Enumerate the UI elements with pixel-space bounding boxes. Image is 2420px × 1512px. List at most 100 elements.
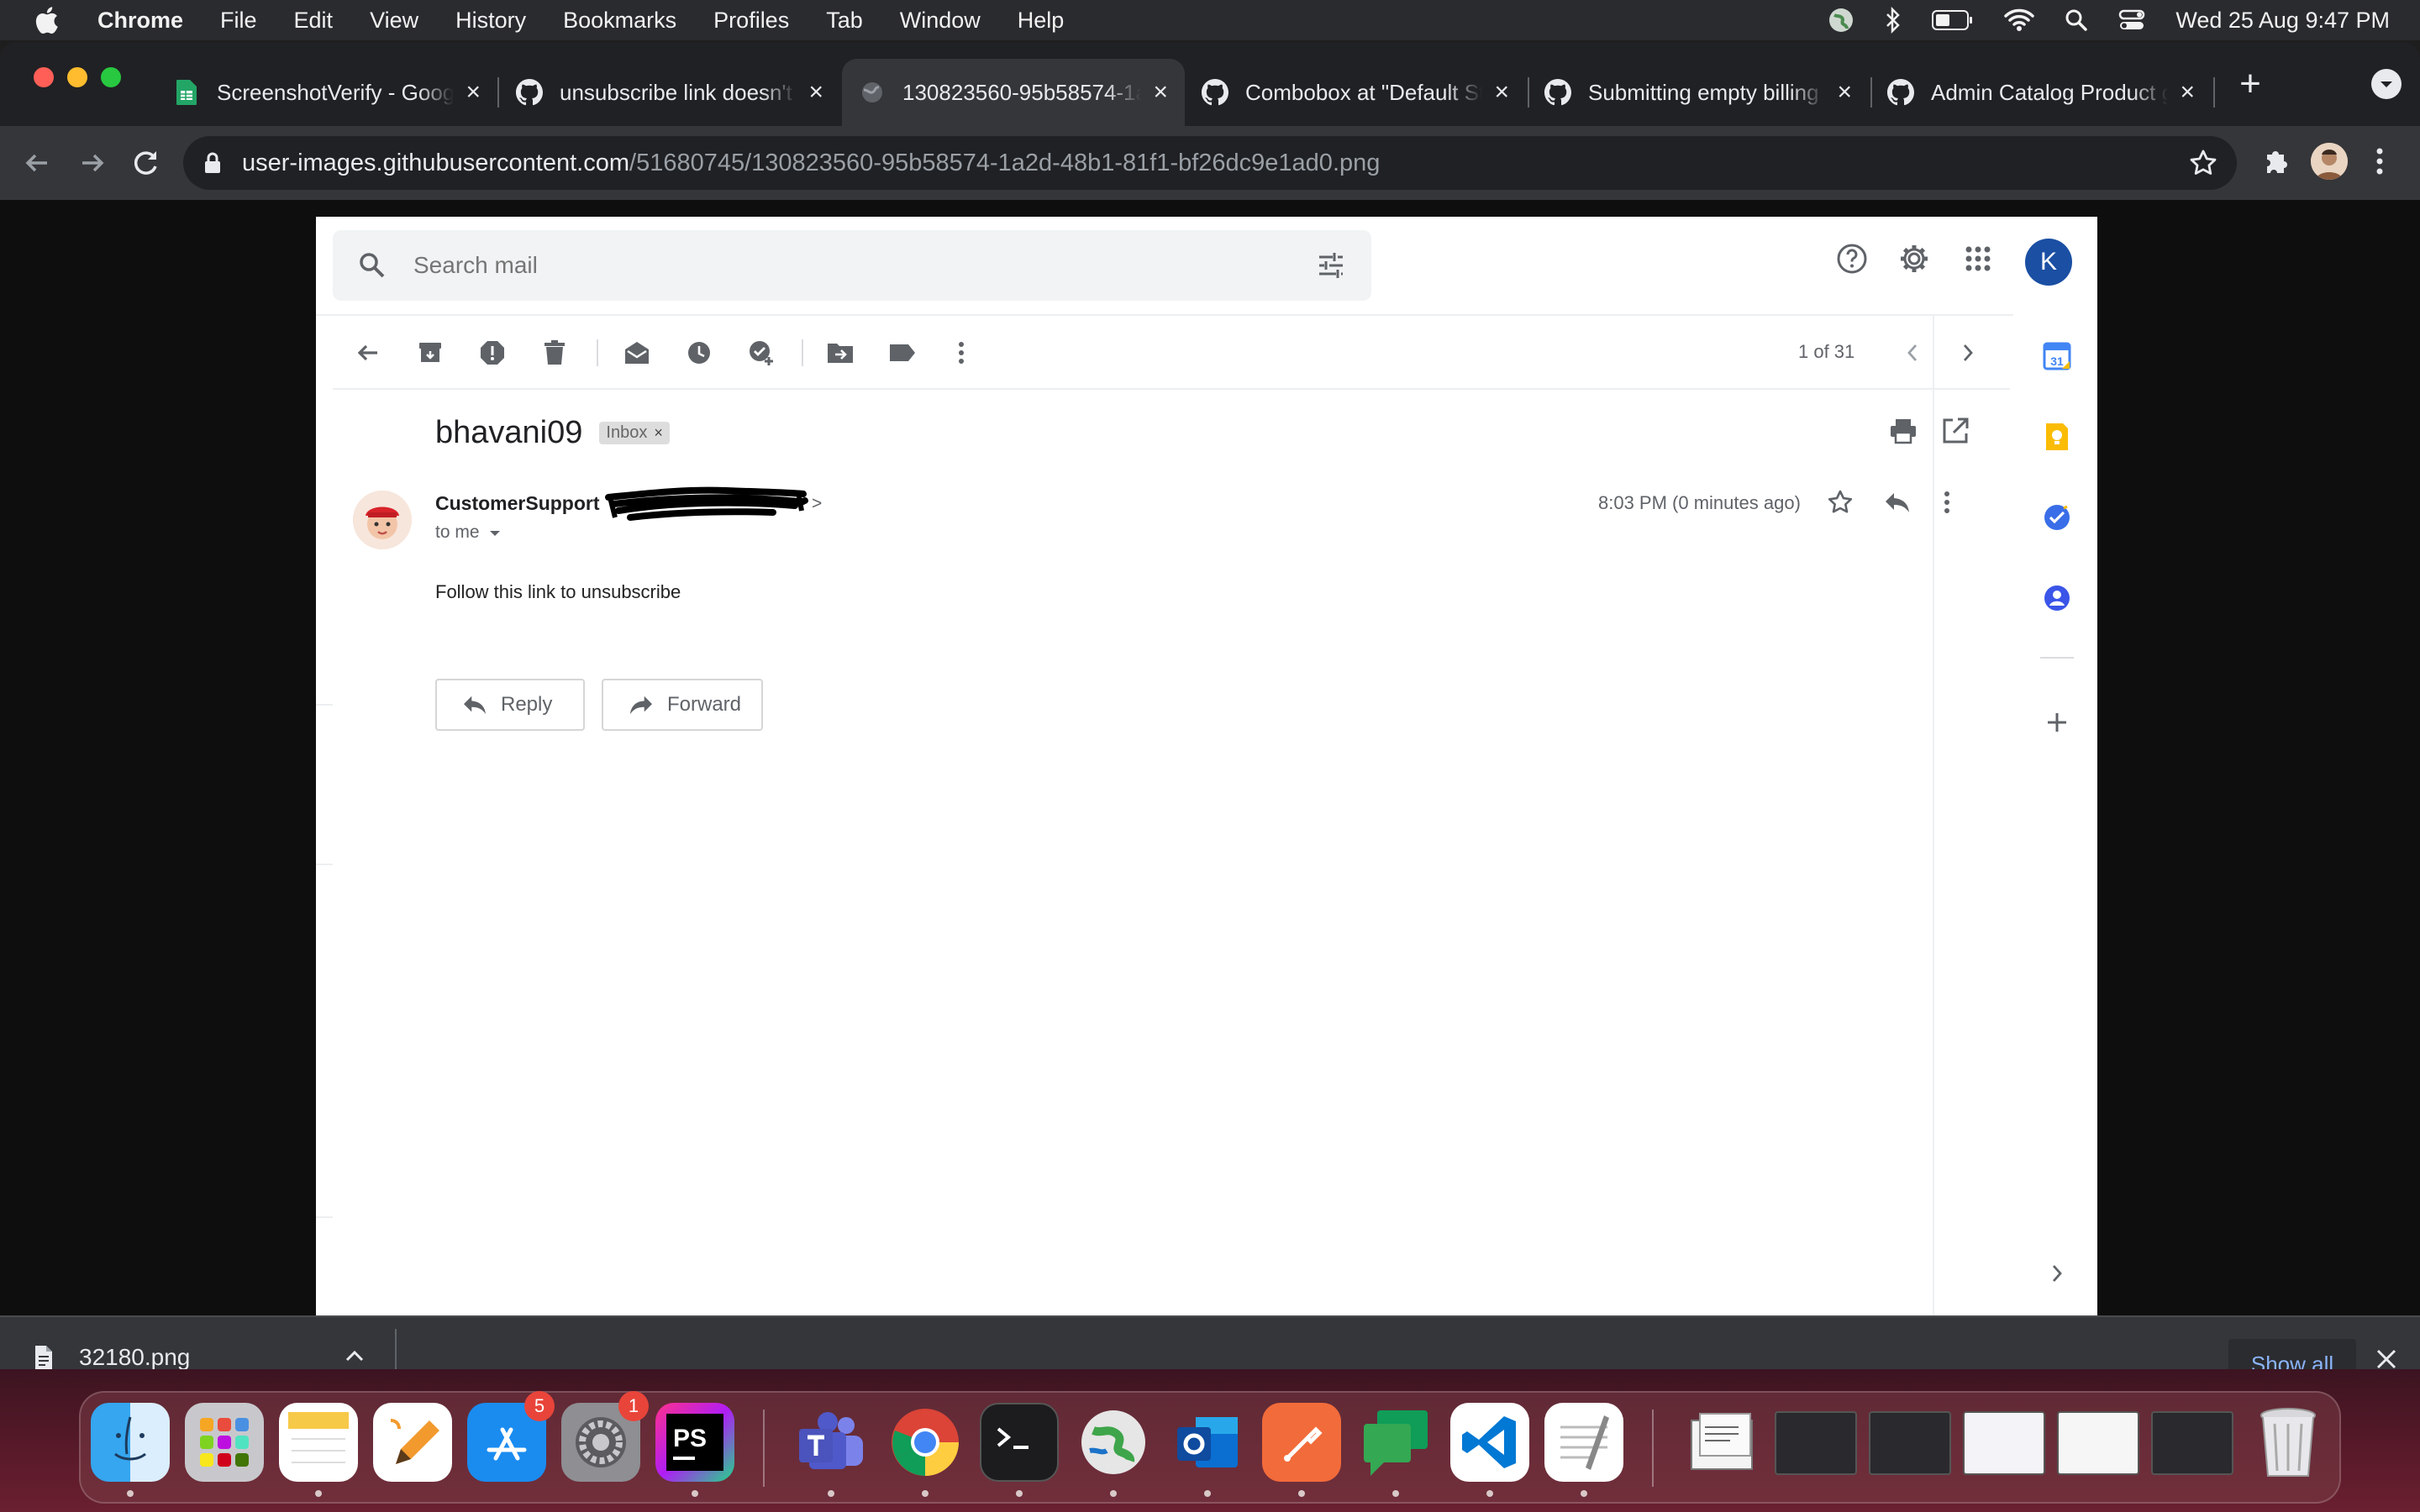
microsoft-teams-icon[interactable]: [792, 1403, 871, 1482]
tab-close-icon[interactable]: ×: [1153, 78, 1168, 107]
menu-bookmarks[interactable]: Bookmarks: [563, 8, 676, 34]
pages-icon[interactable]: [373, 1403, 452, 1482]
profile-avatar[interactable]: [2311, 143, 2348, 180]
reply-button: Reply: [435, 679, 585, 731]
running-indicator: [127, 1490, 134, 1497]
tab-search-button[interactable]: [2371, 69, 2402, 99]
reload-icon[interactable]: [128, 144, 165, 181]
control-center-icon[interactable]: [2118, 8, 2145, 32]
file-icon: [35, 1346, 52, 1369]
close-download-bar-icon[interactable]: [2375, 1347, 2398, 1369]
menu-history[interactable]: History: [455, 8, 526, 34]
running-indicator: [1110, 1490, 1117, 1497]
bluetooth-icon[interactable]: [1885, 7, 1902, 34]
tab-admin-catalog-issue[interactable]: Admin Catalog Product g ×: [1870, 59, 2212, 126]
download-item[interactable]: 32180.png: [34, 1344, 190, 1369]
tab-close-icon[interactable]: ×: [1494, 78, 1509, 107]
microsoft-outlook-icon[interactable]: [1168, 1403, 1247, 1482]
minimized-window-thumbnail[interactable]: [2151, 1411, 2233, 1475]
bookmark-star-icon[interactable]: [2188, 148, 2218, 185]
menu-window[interactable]: Window: [900, 8, 981, 34]
google-chrome-icon[interactable]: [886, 1403, 965, 1482]
download-separator: [395, 1329, 397, 1369]
menu-help[interactable]: Help: [1018, 8, 1065, 34]
finder-icon[interactable]: [91, 1403, 170, 1482]
forward-button: Forward: [602, 679, 763, 731]
terminal-icon[interactable]: [980, 1403, 1059, 1482]
forward-arrow-icon[interactable]: [74, 144, 111, 181]
launchpad-icon[interactable]: [185, 1403, 264, 1482]
battery-icon[interactable]: [1932, 9, 1974, 31]
menu-view[interactable]: View: [370, 8, 418, 34]
system-preferences-badge: 1: [618, 1391, 649, 1421]
tab-empty-billing-issue[interactable]: Submitting empty billing ×: [1528, 59, 1869, 126]
spotlight-search-icon[interactable]: [2065, 8, 2088, 32]
notes-icon[interactable]: [279, 1403, 358, 1482]
dock-separator: [1652, 1410, 1654, 1487]
subject-text: bhavani09: [435, 415, 583, 450]
mark-as-unread-icon: [622, 338, 652, 368]
clock-datetime[interactable]: Wed 25 Aug 9:47 PM: [2175, 8, 2390, 34]
move-to-icon: [825, 338, 855, 368]
url-path: /51680745/130823560-95b58574-1a2d-48b1-8…: [629, 149, 1381, 176]
visual-studio-code-icon[interactable]: [1450, 1403, 1529, 1482]
toolbar-divider: [333, 388, 2010, 390]
running-indicator: [1204, 1490, 1211, 1497]
tab-close-icon[interactable]: ×: [466, 78, 481, 107]
side-panel-separator: [2040, 657, 2074, 659]
downloads-stack-icon[interactable]: [1682, 1403, 1761, 1482]
running-indicator: [1486, 1490, 1493, 1497]
search-options-icon: [1316, 250, 1346, 285]
close-window-button[interactable]: [34, 67, 54, 87]
postman-icon[interactable]: [1262, 1403, 1341, 1482]
trash-icon[interactable]: [2249, 1403, 2328, 1482]
extensions-puzzle-icon[interactable]: [2260, 146, 2291, 181]
tab-image-active[interactable]: 130823560-95b58574-1a2d ×: [842, 59, 1185, 126]
menu-profiles[interactable]: Profiles: [713, 8, 789, 34]
vpn-globe-icon[interactable]: [1074, 1403, 1153, 1482]
inbox-label-chip: Inbox ×: [599, 422, 670, 444]
running-indicator: [1392, 1490, 1399, 1497]
textedit-icon[interactable]: [1544, 1403, 1623, 1482]
tab-close-icon[interactable]: ×: [808, 78, 823, 107]
address-bar[interactable]: user-images.githubusercontent.com/516807…: [183, 136, 2237, 190]
back-arrow-icon[interactable]: [18, 144, 55, 181]
calendar-icon: 31: [2040, 339, 2074, 373]
label-tag-icon: [887, 338, 918, 368]
tasks-icon: [2040, 501, 2074, 534]
google-chat-icon[interactable]: [1356, 1403, 1435, 1482]
globe-status-icon[interactable]: [1828, 7, 1854, 34]
app-store-icon[interactable]: 5: [467, 1391, 555, 1482]
zoom-window-button[interactable]: [101, 67, 121, 87]
wifi-icon[interactable]: [2004, 8, 2035, 32]
menu-tab[interactable]: Tab: [826, 8, 863, 34]
minimized-window-thumbnail[interactable]: [2057, 1411, 2139, 1475]
menu-edit[interactable]: Edit: [294, 8, 334, 34]
download-options-chevron-icon[interactable]: [345, 1349, 365, 1367]
show-all-downloads-button[interactable]: Show all: [2228, 1339, 2356, 1369]
minimized-window-thumbnail[interactable]: [1869, 1411, 1951, 1475]
add-to-tasks-icon: [746, 338, 776, 368]
minimize-window-button[interactable]: [67, 67, 87, 87]
tab-close-icon[interactable]: ×: [1837, 78, 1852, 107]
system-preferences-icon[interactable]: 1: [561, 1391, 649, 1482]
tab-combobox-issue[interactable]: Combobox at "Default Store" ×: [1185, 59, 1526, 126]
new-tab-button[interactable]: +: [2233, 66, 2267, 102]
download-filename: 32180.png: [79, 1344, 191, 1369]
menu-app-name[interactable]: Chrome: [97, 8, 183, 34]
lock-icon[interactable]: [203, 151, 222, 175]
help-icon: [1835, 242, 1869, 280]
menu-file[interactable]: File: [220, 8, 257, 34]
minimized-window-thumbnail[interactable]: [1775, 1411, 1857, 1475]
tab-screenshotverify[interactable]: ScreenshotVerify - Google Sheets ×: [156, 59, 497, 126]
url-host: user-images.githubusercontent.com: [242, 149, 630, 176]
phpstorm-icon[interactable]: PS: [655, 1403, 734, 1482]
tab-close-icon[interactable]: ×: [2180, 78, 2195, 107]
tab-unsubscribe-issue[interactable]: unsubscribe link doesn't work ×: [499, 59, 840, 126]
page-viewport: K: [0, 200, 2420, 1315]
minimized-window-thumbnail[interactable]: [1963, 1411, 2045, 1475]
account-avatar: K: [2025, 239, 2072, 286]
apple-icon[interactable]: [34, 6, 67, 34]
sender-name: CustomerSupport: [435, 492, 600, 514]
chrome-menu-icon[interactable]: [2375, 144, 2385, 182]
